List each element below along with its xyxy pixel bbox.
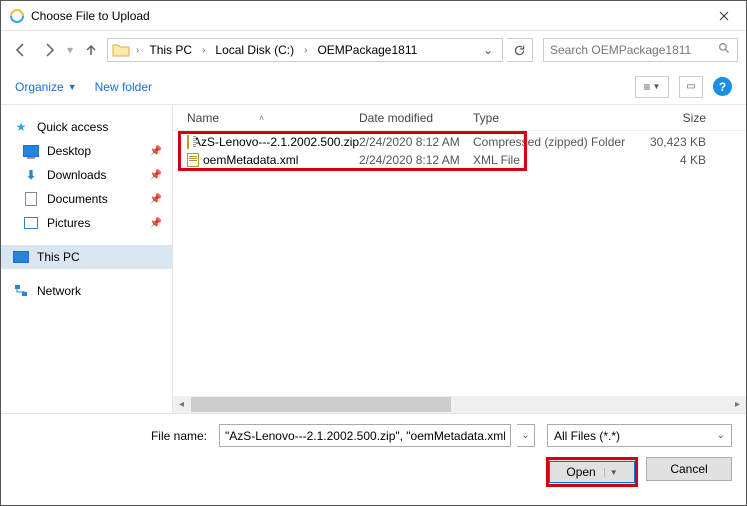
- file-size: 30,423 KB: [629, 135, 746, 149]
- column-name[interactable]: Name˄: [173, 111, 359, 125]
- sidebar-item-pictures[interactable]: Pictures 📌: [1, 211, 172, 235]
- file-filter[interactable]: All Files (*.*) ⌄: [547, 424, 732, 447]
- folder-icon: [112, 42, 130, 58]
- organize-button[interactable]: Organize ▼: [15, 80, 77, 94]
- column-type[interactable]: Type: [473, 111, 629, 125]
- sidebar-item-label: Pictures: [47, 216, 90, 230]
- refresh-button[interactable]: [507, 38, 533, 62]
- breadcrumb-thispc[interactable]: This PC: [145, 41, 196, 59]
- scroll-left-icon[interactable]: ◂: [173, 396, 190, 413]
- window-title: Choose File to Upload: [31, 9, 701, 23]
- sidebar-item-downloads[interactable]: ⬇ Downloads 📌: [1, 163, 172, 187]
- open-label: Open: [566, 465, 595, 479]
- file-type: Compressed (zipped) Folder: [473, 135, 629, 149]
- pin-icon: 📌: [150, 170, 162, 181]
- search-box[interactable]: [543, 38, 738, 62]
- cancel-button[interactable]: Cancel: [646, 457, 732, 481]
- sidebar-item-label: Quick access: [37, 120, 108, 134]
- organize-label: Organize: [15, 80, 64, 94]
- chevron-right-icon[interactable]: ›: [134, 45, 141, 56]
- filter-label: All Files (*.*): [554, 429, 620, 443]
- column-size[interactable]: Size: [629, 111, 746, 125]
- ie-icon: [9, 8, 25, 24]
- file-name: oemMetadata.xml: [203, 153, 298, 167]
- search-input[interactable]: [550, 43, 718, 57]
- pin-icon: 📌: [150, 146, 162, 157]
- zip-icon: [187, 135, 189, 149]
- filename-dropdown[interactable]: ⌄: [517, 424, 535, 447]
- file-row[interactable]: oemMetadata.xml 2/24/2020 8:12 AM XML Fi…: [173, 151, 746, 169]
- sidebar: ★ Quick access Desktop 📌 ⬇ Downloads 📌 D…: [1, 105, 173, 413]
- sidebar-item-label: Documents: [47, 192, 108, 206]
- scroll-right-icon[interactable]: ▸: [729, 396, 746, 413]
- view-button[interactable]: ≡▼: [635, 76, 669, 98]
- desktop-icon: [23, 143, 39, 159]
- xml-icon: [187, 153, 199, 167]
- pc-icon: [13, 249, 29, 265]
- chevron-down-icon: ▼: [68, 82, 77, 92]
- documents-icon: [23, 191, 39, 207]
- title-bar: Choose File to Upload: [1, 1, 746, 31]
- close-button[interactable]: [701, 1, 746, 31]
- file-name: AzS-Lenovo---2.1.2002.500.zip: [193, 135, 359, 149]
- up-button[interactable]: [79, 38, 103, 62]
- search-icon: [718, 42, 731, 58]
- column-date[interactable]: Date modified: [359, 111, 473, 125]
- footer: File name: ⌄ All Files (*.*) ⌄ Open ▼ Can…: [1, 413, 746, 499]
- chevron-right-icon[interactable]: ›: [200, 45, 207, 56]
- scroll-thumb[interactable]: [191, 397, 451, 412]
- back-button[interactable]: [9, 38, 33, 62]
- toolbar: Organize ▼ New folder ≡▼ ▭ ?: [1, 69, 746, 105]
- chevron-down-icon: ⌄: [717, 430, 725, 441]
- recent-dropdown[interactable]: ▾: [67, 43, 73, 57]
- sort-indicator-icon: ˄: [259, 113, 264, 123]
- sidebar-item-label: Downloads: [47, 168, 106, 182]
- pin-icon: 📌: [150, 218, 162, 229]
- sidebar-item-documents[interactable]: Documents 📌: [1, 187, 172, 211]
- downloads-icon: ⬇: [23, 167, 39, 183]
- address-bar[interactable]: › This PC › Local Disk (C:) › OEMPackage…: [107, 38, 503, 62]
- file-date: 2/24/2020 8:12 AM: [359, 153, 473, 167]
- new-folder-button[interactable]: New folder: [95, 80, 152, 94]
- preview-pane-button[interactable]: ▭: [679, 76, 703, 98]
- pin-icon: 📌: [150, 194, 162, 205]
- breadcrumb-disk[interactable]: Local Disk (C:): [211, 41, 298, 59]
- pictures-icon: [23, 215, 39, 231]
- address-dropdown[interactable]: ⌄: [478, 43, 498, 57]
- file-type: XML File: [473, 153, 629, 167]
- forward-button[interactable]: [37, 38, 61, 62]
- file-list: AzS-Lenovo---2.1.2002.500.zip 2/24/2020 …: [173, 131, 746, 169]
- sidebar-item-quick-access[interactable]: ★ Quick access: [1, 115, 172, 139]
- sidebar-item-label: Network: [37, 284, 81, 298]
- nav-bar: ▾ › This PC › Local Disk (C:) › OEMPacka…: [1, 31, 746, 69]
- file-row[interactable]: AzS-Lenovo---2.1.2002.500.zip 2/24/2020 …: [173, 133, 746, 151]
- sidebar-item-thispc[interactable]: This PC: [1, 245, 172, 269]
- filename-label: File name:: [15, 429, 213, 443]
- sidebar-item-label: This PC: [37, 250, 80, 264]
- sidebar-item-network[interactable]: Network: [1, 279, 172, 303]
- file-date: 2/24/2020 8:12 AM: [359, 135, 473, 149]
- open-button[interactable]: Open ▼: [546, 457, 638, 487]
- sidebar-item-label: Desktop: [47, 144, 91, 158]
- column-headers: Name˄ Date modified Type Size: [173, 105, 746, 131]
- file-pane: Name˄ Date modified Type Size AzS-Lenovo…: [173, 105, 746, 413]
- sidebar-item-desktop[interactable]: Desktop 📌: [1, 139, 172, 163]
- network-icon: [13, 283, 29, 299]
- help-button[interactable]: ?: [713, 77, 732, 96]
- breadcrumb-folder[interactable]: OEMPackage1811: [313, 41, 421, 59]
- horizontal-scrollbar[interactable]: ◂ ▸: [173, 396, 746, 413]
- filename-input[interactable]: [219, 424, 511, 447]
- open-split-icon[interactable]: ▼: [604, 468, 618, 477]
- chevron-right-icon[interactable]: ›: [302, 45, 309, 56]
- file-size: 4 KB: [629, 153, 746, 167]
- star-icon: ★: [13, 119, 29, 135]
